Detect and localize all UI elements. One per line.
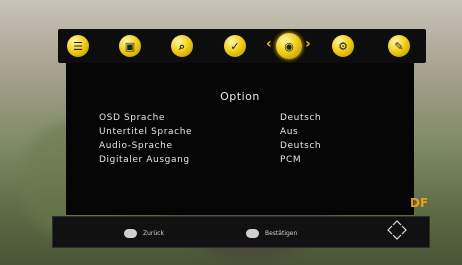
option-label: Untertitel Sprache [99,127,193,137]
option-label: Audio-Sprache [99,141,173,151]
options-panel: Option OSD Sprache Deutsch Untertitel Sp… [66,63,414,215]
option-row-subtitle-language[interactable]: Untertitel Sprache Aus [66,127,414,140]
back-label: Zurück [143,229,164,237]
option-label: OSD Sprache [99,113,166,123]
clock-icon[interactable]: ✓ [224,35,246,57]
globe-icon[interactable]: ◉ [276,33,302,59]
tools-icon[interactable]: ✎ [388,35,410,57]
navigation-arrows-icon [387,220,407,240]
info-icon[interactable]: ☰ [67,35,89,57]
option-value[interactable]: PCM [280,155,301,165]
picture-icon[interactable]: ▣ [119,35,141,57]
option-value[interactable]: Deutsch [280,113,321,123]
chevron-left-icon[interactable]: ‹ [266,36,272,52]
ok-key-icon [246,228,259,238]
help-bar: Zurück Bestätigen [52,216,430,248]
option-value[interactable]: Aus [280,127,298,137]
confirm-label: Bestätigen [265,229,298,237]
tv-screen: ☰ ▣ ⌕ ✓ ‹ ◉ › ⚙ ✎ Option OSD Sprache Deu… [0,0,462,265]
back-hint[interactable]: Zurück [124,228,164,238]
search-icon[interactable]: ⌕ [171,35,193,57]
option-value[interactable]: Deutsch [280,141,321,151]
exit-key-icon [124,228,137,238]
confirm-hint[interactable]: Bestätigen [246,228,297,238]
gear-icon[interactable]: ⚙ [332,35,354,57]
option-row-audio-language[interactable]: Audio-Sprache Deutsch [66,141,414,154]
option-row-digital-output[interactable]: Digitaler Ausgang PCM [66,155,414,168]
chevron-right-icon[interactable]: › [305,36,311,52]
channel-logo: DF [410,196,429,210]
option-label: Digitaler Ausgang [99,155,190,165]
page-title: Option [220,90,260,103]
option-row-osd-language[interactable]: OSD Sprache Deutsch [66,113,414,126]
